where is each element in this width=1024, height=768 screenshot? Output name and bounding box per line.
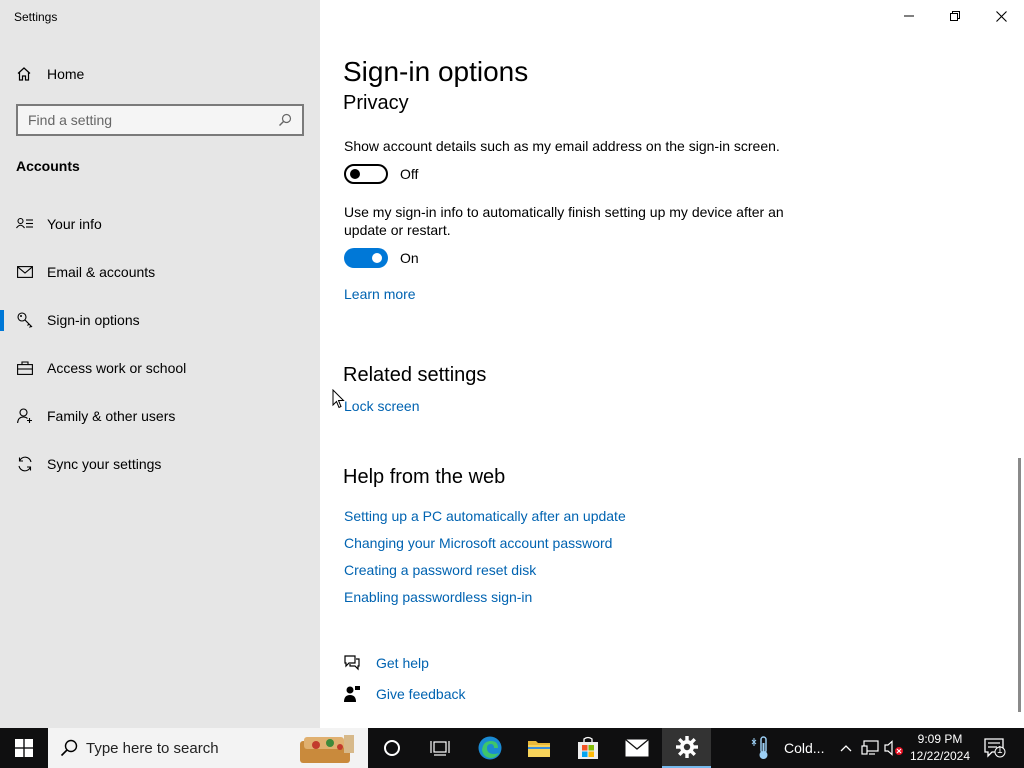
mail-button[interactable]: [613, 728, 661, 768]
toggle-knob: [350, 169, 360, 179]
help-link-reset-disk[interactable]: Creating a password reset disk: [344, 562, 536, 578]
mouse-pointer-icon: [332, 389, 345, 409]
notification-count: 1: [997, 745, 1003, 756]
show-account-details-description: Show account details such as my email ad…: [344, 138, 780, 154]
mail-icon: [625, 739, 649, 757]
help-from-web-heading: Help from the web: [343, 466, 506, 488]
clock-time: 9:09 PM: [917, 732, 963, 746]
close-button[interactable]: [978, 0, 1024, 32]
cortana-icon: [384, 740, 400, 756]
help-link-passwordless[interactable]: Enabling passwordless sign-in: [344, 589, 532, 605]
windows-logo-icon: [15, 739, 33, 757]
minimize-button[interactable]: [886, 0, 932, 32]
show-hidden-icons-button[interactable]: [836, 728, 856, 768]
clock[interactable]: 9:09 PM 12/22/2024: [905, 731, 975, 765]
search-icon: [60, 739, 78, 757]
home-icon: [17, 67, 31, 81]
folder-icon: [528, 741, 550, 757]
network-icon: [861, 740, 879, 755]
get-help-label: Get help: [376, 655, 429, 671]
show-account-details-toggle[interactable]: [344, 164, 388, 184]
chat-help-icon: [343, 654, 363, 672]
restore-button[interactable]: [932, 0, 978, 32]
search-input[interactable]: [28, 112, 278, 128]
chevron-up-icon: [840, 745, 852, 752]
action-center-button[interactable]: 1: [980, 728, 1010, 768]
gear-icon: [675, 736, 698, 758]
sidebar: Settings Home Accounts Your info Email &…: [0, 0, 320, 728]
edge-button[interactable]: [466, 728, 514, 768]
search-highlight-image-icon: [300, 735, 354, 763]
sidebar-item-sync-settings[interactable]: Sync your settings: [0, 444, 320, 484]
get-help-link[interactable]: Get help: [343, 654, 429, 672]
taskbar-search-placeholder: Type here to search: [86, 739, 219, 757]
feedback-icon: [343, 685, 363, 703]
mail-icon: [16, 263, 34, 281]
task-view-button[interactable]: [416, 728, 464, 768]
store-icon: [578, 736, 598, 759]
restore-icon: [950, 11, 960, 21]
sidebar-item-label: Email & accounts: [47, 264, 156, 280]
help-link-change-password[interactable]: Changing your Microsoft account password: [344, 535, 612, 551]
sidebar-item-email-accounts[interactable]: Email & accounts: [0, 252, 320, 292]
volume-button[interactable]: [883, 728, 905, 768]
home-label: Home: [47, 66, 85, 82]
help-link-setup-pc[interactable]: Setting up a PC automatically after an u…: [344, 508, 626, 524]
section-title: Accounts: [16, 158, 80, 174]
thermometer-cold-icon: [751, 736, 768, 759]
contact-card-icon: [16, 215, 34, 233]
toggle-state-label: On: [400, 250, 419, 266]
give-feedback-link[interactable]: Give feedback: [343, 685, 466, 703]
sidebar-item-label: Sign-in options: [47, 312, 140, 328]
sidebar-item-family-other-users[interactable]: Family & other users: [0, 396, 320, 436]
clock-date: 12/22/2024: [909, 749, 971, 763]
lock-screen-link[interactable]: Lock screen: [344, 398, 419, 414]
show-account-details-setting: Off: [344, 164, 418, 184]
weather-text: Cold...: [784, 740, 825, 756]
toggle-knob: [372, 253, 382, 263]
sidebar-home[interactable]: Home: [16, 64, 84, 84]
microsoft-store-button[interactable]: [564, 728, 612, 768]
use-signin-info-toggle[interactable]: [344, 248, 388, 268]
network-button[interactable]: [859, 728, 881, 768]
show-desktop-button[interactable]: [1018, 728, 1024, 768]
toggle-state-label: Off: [400, 166, 419, 182]
page-title: Sign-in options: [343, 56, 529, 87]
minimize-icon: [904, 15, 914, 17]
sidebar-item-your-info[interactable]: Your info: [0, 204, 320, 244]
sidebar-item-sign-in-options[interactable]: Sign-in options: [0, 300, 320, 340]
sync-icon: [16, 455, 34, 473]
file-explorer-button[interactable]: [515, 728, 563, 768]
related-settings-heading: Related settings: [343, 364, 487, 386]
key-icon: [16, 311, 34, 329]
learn-more-link[interactable]: Learn more: [344, 286, 416, 302]
settings-taskbar-button[interactable]: [662, 728, 711, 768]
sidebar-item-label: Family & other users: [47, 408, 176, 424]
find-setting-search[interactable]: [16, 104, 304, 136]
weather-widget[interactable]: Cold...: [748, 728, 830, 768]
sidebar-item-label: Sync your settings: [47, 456, 162, 472]
scrollbar-thumb[interactable]: [1018, 458, 1021, 712]
briefcase-icon: [16, 359, 34, 377]
volume-muted-icon: [884, 740, 903, 756]
edge-icon: [478, 736, 502, 760]
sidebar-item-label: Your info: [47, 216, 102, 232]
privacy-heading: Privacy: [343, 92, 409, 114]
sidebar-item-label: Access work or school: [47, 360, 187, 376]
give-feedback-label: Give feedback: [376, 686, 466, 702]
taskbar-search-box[interactable]: Type here to search: [48, 728, 368, 768]
person-add-icon: [16, 407, 34, 425]
start-button[interactable]: [0, 728, 48, 768]
sidebar-item-access-work-school[interactable]: Access work or school: [0, 348, 320, 388]
use-signin-info-description: Use my sign-in info to automatically fin…: [344, 204, 784, 238]
use-signin-info-setting: On: [344, 248, 419, 268]
taskbar: Type here to search Cold... 9:09 PM 12/2…: [0, 728, 1024, 768]
close-icon: [995, 10, 1007, 22]
search-icon[interactable]: [278, 113, 292, 127]
task-view-icon: [430, 741, 450, 756]
cortana-button[interactable]: [368, 728, 416, 768]
app-title: Settings: [14, 10, 58, 24]
